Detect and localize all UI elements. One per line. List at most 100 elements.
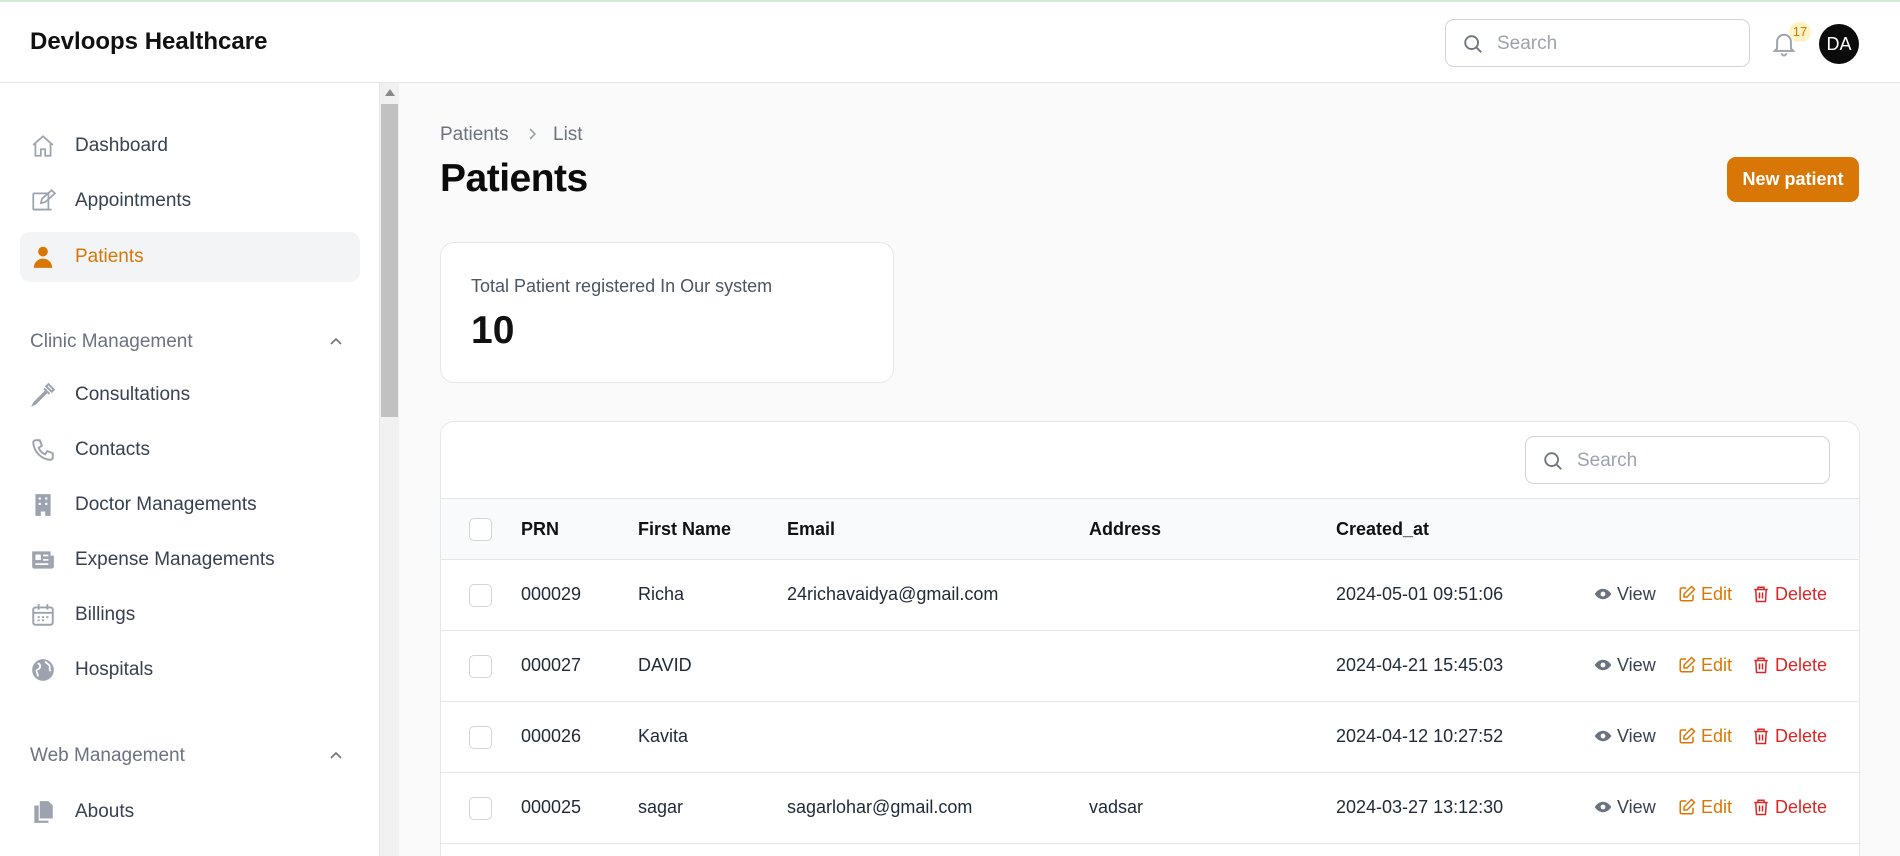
table-row: 000027 DAVID 2024-04-21 15:45:03 View Ed… [441, 631, 1859, 702]
cell-prn: 000026 [521, 726, 582, 746]
delete-label: Delete [1775, 655, 1828, 675]
web-management-group-header[interactable]: Web Management [30, 745, 185, 767]
table-row: 000029 Richa 24richavaidya@gmail.com 202… [441, 560, 1859, 631]
home-icon [32, 135, 54, 157]
sidebar-item-label: Consultations [75, 384, 191, 405]
phone-icon [32, 439, 54, 461]
view-label: View [1617, 726, 1656, 746]
eye-icon [1594, 659, 1612, 671]
total-patients-card: Total Patient registered In Our system 1… [440, 242, 894, 383]
pencil-square-icon [1679, 656, 1696, 673]
trash-icon [1754, 586, 1768, 603]
sidebar-item-label: Appointments [75, 190, 192, 211]
search-icon [1544, 452, 1562, 470]
row-checkbox[interactable] [469, 655, 492, 678]
sidebar-item-expense-managements[interactable]: Expense Managements [20, 535, 360, 585]
sidebar-item-label: Hospitals [75, 659, 154, 680]
column-header-address[interactable]: Address [1089, 519, 1161, 540]
building-icon [35, 494, 51, 516]
top-bar: Devloops Healthcare Search 17 DA [0, 2, 1900, 83]
column-header-first-name[interactable]: First Name [638, 519, 731, 540]
pencil-square-icon [1679, 798, 1696, 815]
column-header-email[interactable]: Email [787, 519, 835, 540]
view-label: View [1617, 584, 1656, 604]
breadcrumb-patients[interactable]: Patients [440, 124, 509, 146]
cell-first-name: DAVID [638, 655, 692, 675]
eye-icon [1594, 730, 1612, 742]
pencil-square-icon [1679, 727, 1696, 744]
clinic-management-group-header[interactable]: Clinic Management [30, 331, 193, 353]
global-search-input[interactable]: Search [1445, 19, 1750, 67]
sidebar-item-label: Dashboard [75, 135, 168, 156]
edit-icon [32, 188, 56, 211]
sidebar-item-label: Expense Managements [75, 549, 275, 570]
cell-prn: 000029 [521, 584, 582, 604]
sidebar-item-abouts[interactable]: Abouts [20, 787, 360, 837]
newspaper-icon [32, 551, 54, 569]
user-icon [33, 246, 53, 268]
sidebar-item-label: Contacts [75, 439, 150, 460]
sidebar: Dashboard Appointments Patients Clinic M… [0, 83, 380, 856]
sidebar-item-doctor-managements[interactable]: Doctor Managements [20, 480, 360, 530]
cell-email: sagarlohar@gmail.com [787, 797, 973, 817]
sidebar-item-patients[interactable]: Patients [20, 232, 360, 282]
cell-first-name: sagar [638, 797, 684, 817]
cell-prn: 000025 [521, 797, 582, 817]
new-patient-button[interactable]: New patient [1727, 157, 1859, 202]
page-title: Patients [440, 157, 588, 200]
sidebar-item-contacts[interactable]: Contacts [20, 425, 360, 475]
column-header-created-at[interactable]: Created_at [1336, 519, 1429, 540]
documents-icon [34, 801, 53, 823]
sidebar-item-label: Abouts [75, 801, 135, 822]
sidebar-item-label: Billings [75, 604, 136, 625]
cell-created-at: 2024-05-01 09:51:06 [1336, 584, 1504, 604]
chevron-up-icon[interactable] [328, 334, 344, 350]
view-label: View [1617, 655, 1656, 675]
cell-first-name: Kavita [638, 726, 689, 746]
search-placeholder: Search [1497, 33, 1558, 54]
eyedropper-icon [31, 382, 56, 407]
cell-email: 24richavaidya@gmail.com [787, 584, 999, 604]
sidebar-item-billings[interactable]: Billings [20, 590, 360, 640]
chevron-up-icon[interactable] [328, 748, 344, 764]
sidebar-item-label: Patients [75, 246, 144, 267]
patients-table: Search PRN First Name Email Address Crea… [440, 421, 1860, 856]
sidebar-item-consultations[interactable]: Consultations [20, 370, 360, 420]
view-label: View [1617, 797, 1656, 817]
row-checkbox[interactable] [469, 584, 492, 607]
sidebar-item-dashboard[interactable]: Dashboard [20, 121, 360, 171]
trash-icon [1754, 799, 1768, 816]
cell-address: vadsar [1089, 797, 1144, 817]
sidebar-item-appointments[interactable]: Appointments [20, 176, 360, 226]
cell-prn: 000027 [521, 655, 582, 675]
table-search-input[interactable]: Search [1525, 436, 1830, 484]
sidebar-item-label: Doctor Managements [75, 494, 257, 515]
notification-count-badge: 17 [1789, 22, 1811, 42]
trash-icon [1754, 657, 1768, 674]
cell-created-at: 2024-04-12 10:27:52 [1336, 726, 1504, 746]
row-checkbox[interactable] [469, 726, 492, 749]
edit-label: Edit [1701, 655, 1733, 675]
search-icon [1464, 35, 1482, 53]
scrollbar-thumb[interactable] [381, 104, 398, 417]
column-header-prn[interactable]: PRN [521, 519, 559, 540]
breadcrumb-list: List [553, 124, 583, 145]
scroll-up-arrow-icon[interactable] [385, 89, 395, 96]
cell-first-name: Richa [638, 584, 685, 604]
table-header-row: PRN First Name Email Address Created_at [441, 498, 1859, 560]
row-checkbox[interactable] [469, 797, 492, 820]
edit-label: Edit [1701, 584, 1733, 604]
delete-label: Delete [1775, 726, 1828, 746]
delete-label: Delete [1775, 797, 1828, 817]
select-all-checkbox[interactable] [469, 518, 492, 541]
calendar-icon [32, 604, 54, 626]
search-placeholder: Search [1577, 450, 1638, 471]
user-avatar[interactable]: DA [1819, 24, 1859, 64]
sidebar-item-hospitals[interactable]: Hospitals [20, 645, 360, 695]
edit-label: Edit [1701, 797, 1733, 817]
eye-icon [1594, 801, 1612, 813]
eye-icon [1594, 588, 1612, 600]
delete-label: Delete [1775, 584, 1828, 604]
edit-label: Edit [1701, 726, 1733, 746]
table-row: 000026 Kavita 2024-04-12 10:27:52 View E… [441, 702, 1859, 773]
